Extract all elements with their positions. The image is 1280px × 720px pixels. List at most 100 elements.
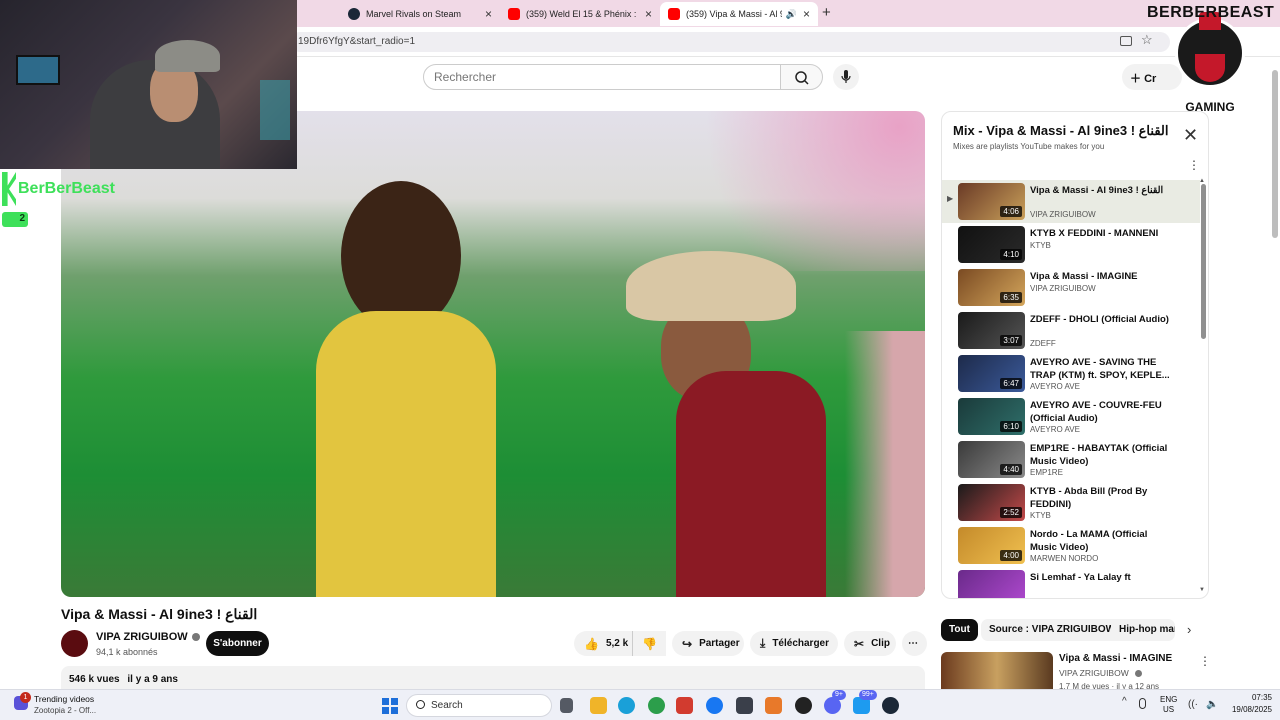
edge-icon[interactable] [618,697,635,714]
share-label: Partager [699,638,740,649]
playlist-thumbnail[interactable]: 6:47 [958,355,1025,392]
recommended-menu-icon[interactable]: ⋮ [1199,654,1211,668]
clock-date[interactable]: 19/08/2025 [1228,705,1272,714]
new-tab-button[interactable]: + [822,4,831,21]
recommended-title[interactable]: Vipa & Massi - IMAGINE [1059,653,1172,664]
task-view-icon[interactable] [560,698,573,713]
playlist-item[interactable]: 2:52 KTYB - Abda Bill (Prod By FEDDINI) KT… [942,481,1200,524]
app-icon[interactable] [765,697,782,714]
channel-name-row[interactable]: VIPA ZRIGUIBOW [96,631,200,643]
language-indicator[interactable]: ENG [1160,695,1177,704]
playlist-thumbnail[interactable] [958,570,1025,598]
voice-search-button[interactable] [833,64,859,90]
recommended-thumbnail[interactable] [941,652,1053,689]
tab-weld-el-15[interactable]: (359) Weld El 15 & Phénix : Dar × [500,2,660,26]
chip-source-channel[interactable]: Source : VIPA ZRIGUIBOW [981,619,1124,641]
playlist-thumbnail[interactable]: 4:10 [958,226,1025,263]
chip-all[interactable]: Tout [941,619,978,641]
close-tab-icon[interactable]: × [645,7,652,21]
playlist-thumbnail[interactable]: 4:06 [958,183,1025,220]
playlist-item[interactable]: 4:10 KTYB X FEDDINI - MANNENI KTYB [942,223,1200,266]
more-actions-button[interactable]: ⋯ [902,631,927,656]
playlist-item-title[interactable]: AVEYRO AVE - SAVING THE TRAP (KTM) ft. S… [1030,356,1170,382]
volume-icon[interactable]: 🔈 [1206,699,1218,710]
playlist-thumbnail[interactable]: 6:10 [958,398,1025,435]
app-icon[interactable] [676,697,693,714]
keyboard-layout[interactable]: US [1163,705,1174,714]
scroll-down-icon[interactable]: ▼ [1199,587,1205,593]
playlist-item-title[interactable]: AVEYRO AVE - COUVRE-FEU (Official Audio) [1030,399,1170,425]
app-icon[interactable] [795,697,812,714]
taskbar-search[interactable]: Search [406,694,552,717]
playlist-item[interactable]: 3:07 ZDEFF - DHOLI (Official Audio) ZDEFF [942,309,1200,352]
playlist-item-title[interactable]: Vipa & Massi - IMAGINE [1030,270,1170,283]
subscribe-button[interactable]: S'abonner [206,631,269,656]
search-button[interactable] [780,64,823,90]
duration-badge: 4:40 [1000,464,1022,475]
video-player[interactable] [61,111,925,597]
playlist-thumbnail[interactable]: 4:00 [958,527,1025,564]
speaker-icon[interactable]: 🔊 [786,9,797,20]
duration-badge: 4:10 [1000,249,1022,260]
clip-button[interactable]: ✂ Clip [844,631,896,656]
steam-icon[interactable] [882,697,899,714]
playlist-item-title[interactable]: Vipa & Massi - Al 9ine3 ! القناع [1030,184,1170,197]
playlist-item[interactable]: 4:00 Nordo - La MAMA (Official Music Vide… [942,524,1200,567]
chip-hip-hop[interactable]: Hip-hop man [1111,619,1175,641]
channel-name[interactable]: VIPA ZRIGUIBOW [96,631,188,643]
playlist-menu-icon[interactable]: ⋮ [1188,158,1200,172]
download-button[interactable]: ⤓ Télécharger [750,631,838,656]
url-field[interactable]: 19Dfr6YfgY&start_radio=1 [290,32,1170,52]
playlist-item-title[interactable]: Si Lemhaf - Ya Lalay ft [1030,571,1170,584]
close-tab-icon[interactable]: × [485,7,492,21]
webcam-overlay [0,0,297,169]
clock-time[interactable]: 07:35 [1242,693,1272,702]
playlist-title: Mix - Vipa & Massi - Al 9ine3 ! القناع [953,123,1169,138]
share-button[interactable]: ↪ Partager [672,631,744,656]
playlist-item[interactable]: Si Lemhaf - Ya Lalay ft [942,567,1200,598]
video-frame-figure [316,311,496,597]
chrome-icon[interactable] [648,697,665,714]
tab-marvel-rivals[interactable]: Marvel Rivals on Steam × [340,2,500,26]
tab-title: (359) Weld El 15 & Phénix : Dar [526,9,639,19]
recommended-channel[interactable]: VIPA ZRIGUIBOW [1059,668,1143,678]
download-icon: ⤓ [760,636,766,650]
playlist-thumbnail[interactable]: 6:35 [958,269,1025,306]
cast-icon[interactable] [1120,36,1132,46]
widget-title[interactable]: Trending videos [34,694,94,704]
webcam-monitor [16,55,60,85]
playlist-item[interactable]: ▶ 4:06 Vipa & Massi - Al 9ine3 ! القناع VIP… [942,180,1200,223]
windows-start-icon[interactable] [382,698,398,714]
playlist-item[interactable]: 4:40 EMP1RE - HABAYTAK (Official Music Vi… [942,438,1200,481]
wifi-icon[interactable]: ((· [1188,699,1198,710]
playlist-item-title[interactable]: ZDEFF - DHOLI (Official Audio) [1030,313,1170,326]
widget-subtitle[interactable]: Zootopia 2 - Off... [34,706,96,715]
playlist-item-title[interactable]: KTYB X FEDDINI - MANNENI [1030,227,1170,240]
tab-vipa-massi[interactable]: (359) Vipa & Massi - Al 9ine 🔊 × [660,2,818,26]
microphone-icon[interactable] [1139,698,1146,709]
search-icon [795,71,809,85]
playlist-item[interactable]: 6:10 AVEYRO AVE - COUVRE-FEU (Official Au… [942,395,1200,438]
dislike-button[interactable]: 👎 [632,631,666,656]
close-playlist-icon[interactable]: ✕ [1183,126,1198,144]
playlist-thumbnail[interactable]: 4:40 [958,441,1025,478]
playlist-item-title[interactable]: EMP1RE - HABAYTAK (Official Music Video) [1030,442,1170,468]
chevron-right-icon[interactable]: › [1187,622,1191,637]
playlist-thumbnail[interactable]: 3:07 [958,312,1025,349]
playlist-thumbnail[interactable]: 2:52 [958,484,1025,521]
playlist-item[interactable]: 6:47 AVEYRO AVE - SAVING THE TRAP (KTM) f… [942,352,1200,395]
close-tab-icon[interactable]: × [803,7,810,21]
playlist-item[interactable]: 6:35 Vipa & Massi - IMAGINE VIPA ZRIGUIBOW [942,266,1200,309]
tray-overflow-icon[interactable]: ^ [1122,696,1127,707]
berberbeast-logo: BERBERBEAST GAMING [1147,0,1275,120]
search-input[interactable]: Rechercher [423,64,781,90]
channel-avatar[interactable] [61,630,88,657]
file-explorer-icon[interactable] [590,697,607,714]
facebook-icon[interactable] [706,697,723,714]
playlist-item-title[interactable]: Nordo - La MAMA (Official Music Video) [1030,528,1170,554]
playlist-item-title[interactable]: KTYB - Abda Bill (Prod By FEDDINI) [1030,485,1170,511]
logo-text: BERBERBEAST [1147,4,1275,21]
playlist-scrollbar[interactable] [1201,184,1206,339]
app-icon[interactable] [736,697,753,714]
like-count: 5,2 k [605,638,629,649]
